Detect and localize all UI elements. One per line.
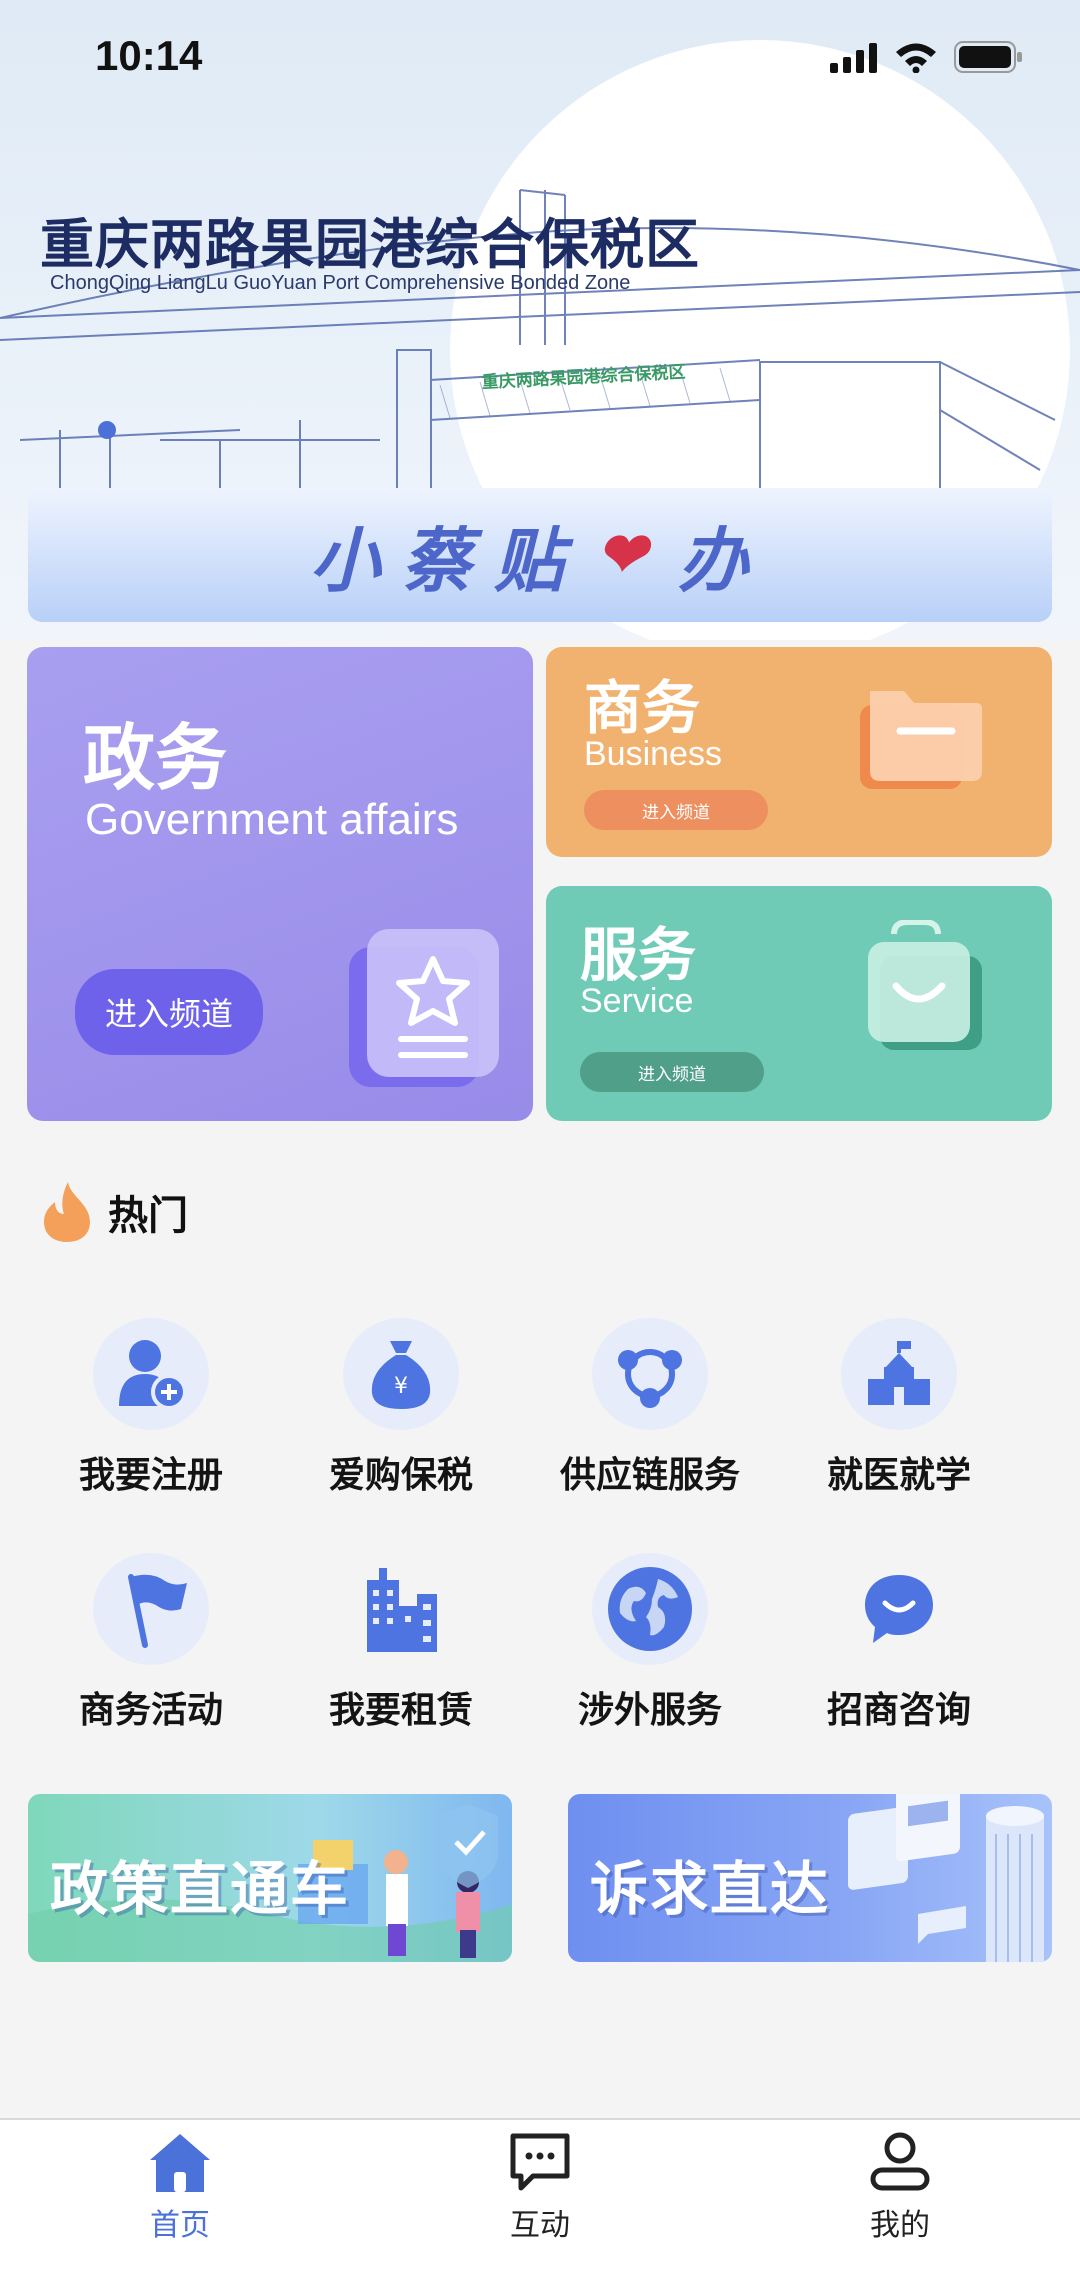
government-channel-card[interactable]: 政务 Government affairs 进入频道: [27, 647, 533, 1121]
hot-item-leasing[interactable]: 我要租赁: [286, 1553, 516, 1733]
status-icons: [830, 40, 1024, 74]
svg-text:¥: ¥: [394, 1374, 408, 1399]
hot-item-label: 我要注册: [78, 1455, 223, 1496]
grid-icon-circle: [93, 1553, 209, 1665]
tab-interaction[interactable]: 互动: [440, 2130, 640, 2260]
hot-item-label: 我要租赁: [328, 1690, 473, 1731]
grid-icon-circle: [592, 1553, 708, 1665]
hot-item-label: 就医就学: [826, 1455, 971, 1496]
hot-section-header: 热门: [40, 1180, 188, 1244]
message-icon: [510, 2133, 570, 2191]
gate-sign-text: 重庆两路果园港综合保税区: [481, 361, 686, 393]
chat-smile-icon: [865, 1575, 933, 1643]
grid-icon-circle: [592, 1318, 708, 1430]
slogan-banner[interactable]: 小蔡贴 ❤ 办: [28, 488, 1052, 622]
policy-express-text: 政策直通车: [50, 1855, 351, 1923]
profile-icon: [870, 2132, 930, 2191]
grid-icon-circle: [841, 1318, 957, 1430]
bottom-tab-bar: 首页 互动 我的: [0, 2118, 1080, 2269]
wifi-icon: [896, 43, 936, 73]
grid-icon-circle: ¥: [343, 1318, 459, 1430]
user-add-icon: [119, 1340, 187, 1410]
status-bar: 10:14: [0, 0, 1080, 120]
hero-title: 重庆两路果园港综合保税区: [40, 213, 700, 276]
business-channel-card[interactable]: 商务 Business 进入频道: [546, 647, 1052, 857]
grid-icon-circle: [343, 1553, 459, 1665]
school-icon: [868, 1341, 930, 1405]
hero-banner: 重庆两路果园港综合保税区 10:14 重庆两路果园港综合保税区 ChongQin…: [0, 0, 1080, 640]
star-badge-icon: [349, 929, 499, 1087]
tab-mine[interactable]: 我的: [800, 2130, 1000, 2260]
hot-item-medical-education[interactable]: 就医就学: [784, 1318, 1014, 1498]
flag-icon: [128, 1574, 187, 1648]
government-subtitle: Government affairs: [85, 795, 459, 844]
slogan-text: 小蔡贴 ❤ 办: [310, 505, 770, 606]
service-channel-card[interactable]: 服务 Service 进入频道: [546, 886, 1052, 1121]
service-title: 服务: [580, 921, 697, 989]
hot-item-label: 爱购保税: [328, 1455, 473, 1496]
status-time: 10:14: [95, 32, 203, 79]
hot-item-bonded-shopping[interactable]: ¥ 爱购保税: [286, 1318, 516, 1498]
battery-icon: [954, 41, 1022, 73]
service-subtitle: Service: [580, 982, 694, 1020]
slogan-part1: 小蔡贴: [309, 518, 586, 602]
folder-icon: [860, 691, 982, 789]
globe-icon: [608, 1567, 692, 1651]
hot-section-title: 热门: [108, 1193, 188, 1239]
hot-item-supply-chain[interactable]: 供应链服务: [535, 1318, 765, 1498]
government-enter-button[interactable]: 进入频道: [75, 969, 263, 1055]
cellular-signal-icon: [830, 43, 877, 73]
appeal-direct-text: 诉求直达: [590, 1855, 831, 1923]
business-enter-button[interactable]: 进入频道: [584, 790, 768, 830]
tab-interaction-label: 互动: [510, 2208, 570, 2243]
hot-item-business-activities[interactable]: 商务活动: [36, 1553, 266, 1733]
hot-item-foreign-services[interactable]: 涉外服务: [535, 1553, 765, 1733]
money-bag-icon: ¥: [371, 1341, 431, 1409]
buildings-icon: [367, 1568, 437, 1652]
tab-home[interactable]: 首页: [80, 2130, 280, 2260]
shopping-bag-icon: [868, 920, 982, 1050]
service-enter-button[interactable]: 进入频道: [580, 1052, 764, 1092]
home-icon: [150, 2134, 210, 2192]
hot-item-investment-consulting[interactable]: 招商咨询: [784, 1553, 1014, 1733]
business-subtitle: Business: [584, 735, 722, 773]
slogan-part2: 办: [678, 518, 771, 602]
tab-mine-label: 我的: [870, 2208, 930, 2243]
hot-item-register[interactable]: 我要注册: [36, 1318, 266, 1498]
heart-icon: ❤: [595, 520, 669, 590]
grid-icon-circle: [841, 1553, 957, 1665]
hot-item-label: 招商咨询: [826, 1690, 971, 1731]
hot-item-label: 商务活动: [78, 1690, 223, 1731]
hero-subtitle: ChongQing LiangLu GuoYuan Port Comprehen…: [50, 272, 631, 294]
grid-icon-circle: [93, 1318, 209, 1430]
tab-home-label: 首页: [150, 2208, 210, 2243]
flame-icon: [44, 1182, 90, 1242]
hot-item-label: 涉外服务: [577, 1690, 722, 1731]
business-title: 商务: [584, 674, 701, 742]
hot-item-label: 供应链服务: [559, 1455, 740, 1496]
policy-express-banner[interactable]: 政策直通车: [28, 1794, 512, 1962]
government-title: 政务: [83, 716, 228, 800]
appeal-direct-banner[interactable]: 诉求直达: [568, 1794, 1052, 1962]
network-icon: [618, 1349, 682, 1408]
